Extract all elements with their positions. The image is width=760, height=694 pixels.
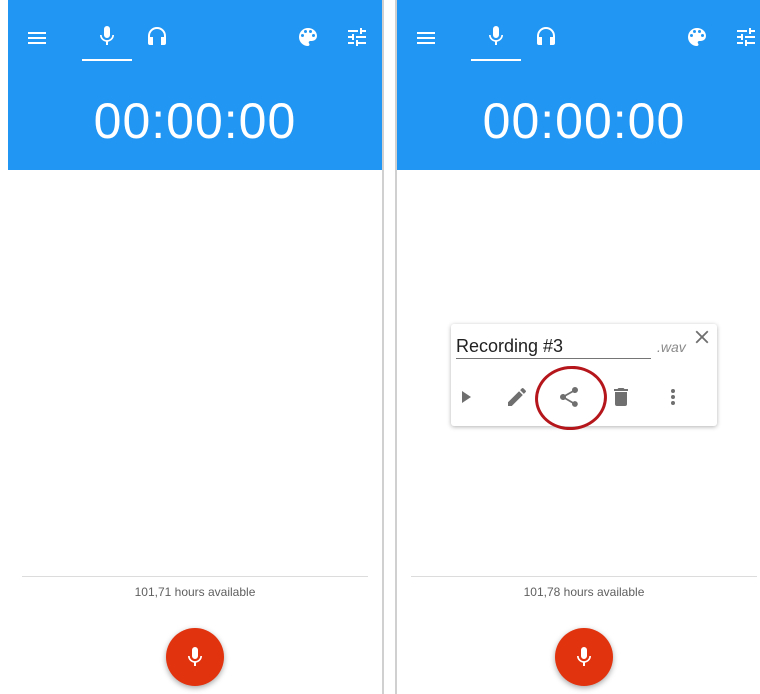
recorder-screen-saved: 00:00:00 .wav 101,78 hours available xyxy=(395,0,760,694)
active-tab-indicator xyxy=(82,59,132,61)
microphone-icon[interactable] xyxy=(484,24,508,48)
menu-icon[interactable] xyxy=(25,26,49,50)
tune-icon[interactable] xyxy=(345,25,369,49)
app-bar: 00:00:00 xyxy=(397,0,760,170)
play-icon[interactable] xyxy=(454,385,478,409)
storage-available-text: 101,71 hours available xyxy=(134,585,256,599)
menu-icon[interactable] xyxy=(414,26,438,50)
elapsed-timer: 00:00:00 xyxy=(93,93,297,149)
recorder-screen-idle: 00:00:00 101,71 hours available xyxy=(8,0,384,694)
headphones-icon[interactable] xyxy=(145,24,169,48)
saved-recording-card: .wav xyxy=(451,324,717,434)
storage-available-text: 101,78 hours available xyxy=(523,585,645,599)
record-button[interactable] xyxy=(166,628,224,686)
app-bar: 00:00:00 xyxy=(8,0,382,170)
microphone-icon[interactable] xyxy=(95,24,119,48)
active-tab-indicator xyxy=(471,59,521,61)
record-button[interactable] xyxy=(555,628,613,686)
elapsed-timer: 00:00:00 xyxy=(482,93,686,149)
microphone-icon xyxy=(188,647,202,666)
file-extension-label: .wav xyxy=(657,339,686,355)
close-icon[interactable] xyxy=(691,326,713,348)
microphone-icon xyxy=(577,647,591,666)
share-highlight-circle xyxy=(531,362,611,434)
tune-icon[interactable] xyxy=(734,25,758,49)
palette-icon[interactable] xyxy=(685,25,709,49)
divider xyxy=(411,576,757,577)
palette-icon[interactable] xyxy=(296,25,320,49)
delete-icon[interactable] xyxy=(609,385,633,409)
divider xyxy=(22,576,368,577)
more-vert-icon[interactable] xyxy=(661,385,685,409)
headphones-icon[interactable] xyxy=(534,24,558,48)
edit-icon[interactable] xyxy=(505,385,529,409)
recording-name-input[interactable] xyxy=(456,334,651,359)
